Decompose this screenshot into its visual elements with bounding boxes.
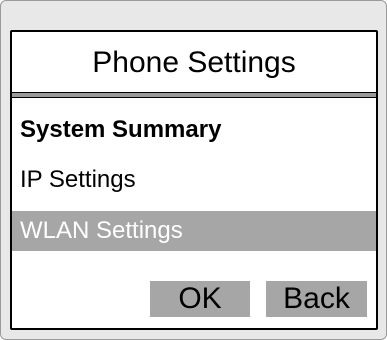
menu-item-wlan-settings[interactable]: WLAN Settings: [12, 211, 376, 251]
title-divider: [12, 92, 376, 98]
phone-screen: Phone Settings System Summary IP Setting…: [10, 30, 378, 330]
menu-item-system-summary[interactable]: System Summary: [12, 110, 376, 150]
ok-button[interactable]: OK: [150, 281, 250, 317]
back-button[interactable]: Back: [266, 281, 367, 317]
page-title: Phone Settings: [92, 46, 296, 79]
menu-item-ip-settings[interactable]: IP Settings: [12, 160, 376, 200]
device-frame: Phone Settings System Summary IP Setting…: [0, 0, 387, 340]
